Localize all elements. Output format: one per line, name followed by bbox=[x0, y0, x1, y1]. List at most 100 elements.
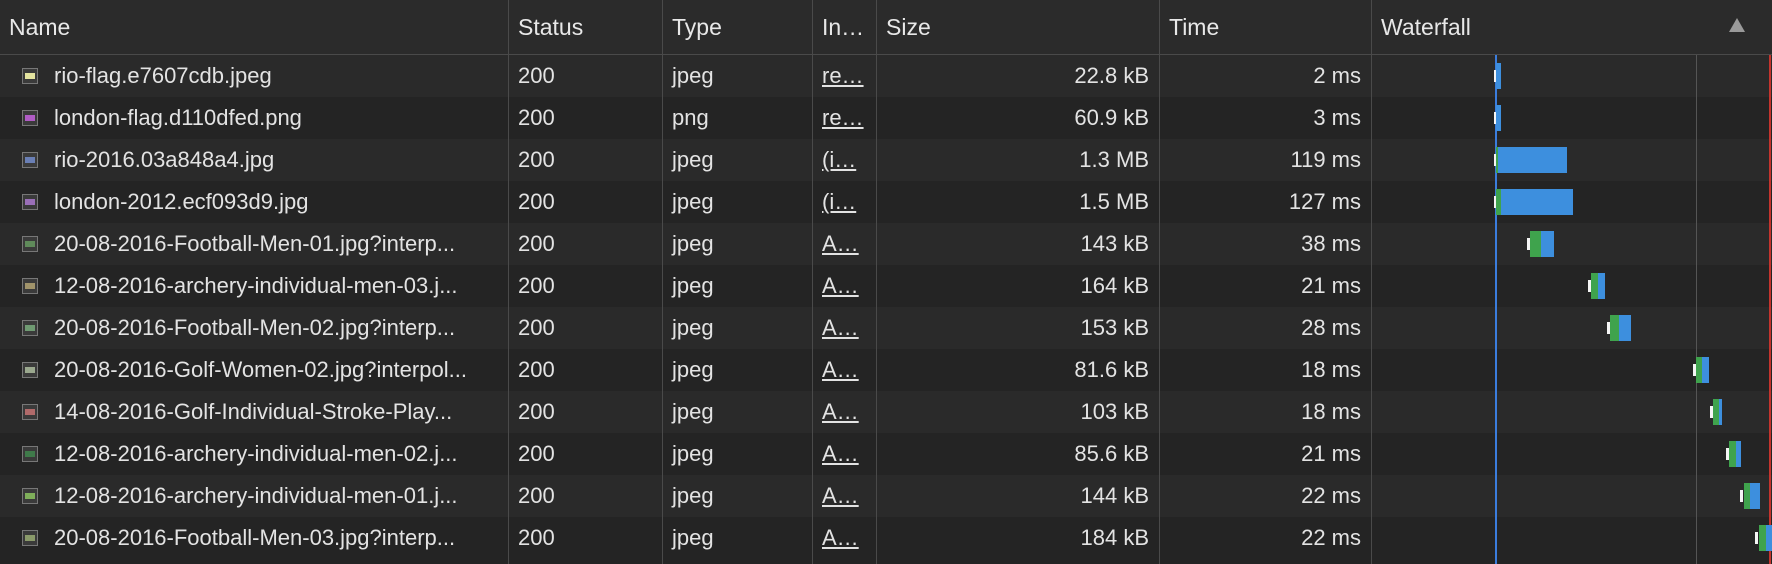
request-name[interactable]: london-flag.d110dfed.png bbox=[0, 97, 508, 139]
waterfall-download-segment[interactable] bbox=[1496, 105, 1502, 131]
column-divider[interactable] bbox=[508, 0, 509, 564]
table-row[interactable]: 20-08-2016-Golf-Women-02.jpg?interpol...… bbox=[0, 349, 1772, 391]
request-time: 3 ms bbox=[1313, 105, 1361, 130]
request-size: 184 kB bbox=[1080, 525, 1150, 550]
request-initiator-link[interactable]: re… bbox=[813, 97, 876, 139]
waterfall-download-segment[interactable] bbox=[1540, 231, 1555, 257]
table-row[interactable]: 14-08-2016-Golf-Individual-Stroke-Play..… bbox=[0, 391, 1772, 433]
request-initiator-link[interactable]: A… bbox=[813, 475, 876, 517]
request-size: 1.5 MB bbox=[1079, 189, 1149, 214]
domcontentloaded-marker bbox=[1495, 55, 1498, 564]
waterfall-download-segment[interactable] bbox=[1702, 357, 1710, 383]
request-status: 200 bbox=[518, 273, 555, 298]
request-status: 200 bbox=[518, 315, 555, 340]
request-initiator-link[interactable]: (i… bbox=[813, 181, 876, 223]
request-initiator-link[interactable]: A… bbox=[813, 223, 876, 265]
request-status: 200 bbox=[518, 441, 555, 466]
column-divider[interactable] bbox=[876, 0, 877, 564]
request-type: jpeg bbox=[672, 441, 714, 466]
request-time: 18 ms bbox=[1301, 357, 1361, 382]
request-name[interactable]: 20-08-2016-Football-Men-01.jpg?interp... bbox=[0, 223, 508, 265]
request-status: 200 bbox=[518, 483, 555, 508]
request-time: 38 ms bbox=[1301, 231, 1361, 256]
column-header-initiator[interactable]: In… bbox=[813, 0, 876, 55]
waterfall-ttfb-segment[interactable] bbox=[1728, 441, 1736, 467]
request-initiator-link[interactable]: (i… bbox=[813, 139, 876, 181]
request-type: jpeg bbox=[672, 399, 714, 424]
waterfall-download-segment[interactable] bbox=[1619, 315, 1631, 341]
request-status: 200 bbox=[518, 105, 555, 130]
column-divider[interactable] bbox=[662, 0, 663, 564]
table-header: Name Status Type In… Size Time Waterfall bbox=[0, 0, 1772, 55]
request-size: 103 kB bbox=[1080, 399, 1150, 424]
request-initiator-link[interactable]: A… bbox=[813, 265, 876, 307]
request-initiator-link[interactable]: A… bbox=[813, 517, 876, 559]
request-type: jpeg bbox=[672, 315, 714, 340]
request-size: 85.6 kB bbox=[1074, 441, 1149, 466]
request-size: 81.6 kB bbox=[1074, 357, 1149, 382]
column-header-type[interactable]: Type bbox=[663, 0, 812, 55]
waterfall-ttfb-segment[interactable] bbox=[1530, 231, 1541, 257]
request-initiator-link[interactable]: A… bbox=[813, 349, 876, 391]
table-row[interactable]: 12-08-2016-archery-individual-men-03.j..… bbox=[0, 265, 1772, 307]
request-type: jpeg bbox=[672, 189, 714, 214]
sort-ascending-icon[interactable] bbox=[1729, 18, 1745, 32]
request-name[interactable]: 14-08-2016-Golf-Individual-Stroke-Play..… bbox=[0, 391, 508, 433]
request-size: 60.9 kB bbox=[1074, 105, 1149, 130]
table-row[interactable]: 20-08-2016-Football-Men-01.jpg?interp...… bbox=[0, 223, 1772, 265]
table-row[interactable]: 12-08-2016-archery-individual-men-02.j..… bbox=[0, 433, 1772, 475]
request-type: jpeg bbox=[672, 525, 714, 550]
request-status: 200 bbox=[518, 525, 555, 550]
waterfall-ttfb-segment[interactable] bbox=[1590, 273, 1598, 299]
request-status: 200 bbox=[518, 189, 555, 214]
waterfall-download-segment[interactable] bbox=[1496, 63, 1502, 89]
waterfall-download-segment[interactable] bbox=[1766, 525, 1772, 551]
waterfall-ttfb-segment[interactable] bbox=[1743, 483, 1751, 509]
request-initiator-link[interactable]: re… bbox=[813, 55, 876, 97]
table-row[interactable]: 20-08-2016-Football-Men-02.jpg?interp...… bbox=[0, 307, 1772, 349]
request-type: png bbox=[672, 105, 709, 130]
table-row[interactable]: 12-08-2016-archery-individual-men-01.j..… bbox=[0, 475, 1772, 517]
request-name[interactable]: 12-08-2016-archery-individual-men-03.j..… bbox=[0, 265, 508, 307]
request-name[interactable]: 12-08-2016-archery-individual-men-01.j..… bbox=[0, 475, 508, 517]
column-header-name[interactable]: Name bbox=[0, 0, 508, 55]
request-name[interactable]: 20-08-2016-Golf-Women-02.jpg?interpol... bbox=[0, 349, 508, 391]
request-initiator-link[interactable]: A… bbox=[813, 307, 876, 349]
request-name[interactable]: rio-2016.03a848a4.jpg bbox=[0, 139, 508, 181]
column-header-waterfall[interactable]: Waterfall bbox=[1372, 0, 1712, 55]
request-time: 127 ms bbox=[1288, 189, 1361, 214]
waterfall-download-segment[interactable] bbox=[1719, 399, 1723, 425]
column-divider[interactable] bbox=[1159, 0, 1160, 564]
waterfall-download-segment[interactable] bbox=[1497, 147, 1567, 173]
load-event-marker bbox=[1768, 55, 1771, 564]
waterfall-ttfb-segment[interactable] bbox=[1758, 525, 1767, 551]
request-initiator-link[interactable]: A… bbox=[813, 433, 876, 475]
request-status: 200 bbox=[518, 357, 555, 382]
request-type: jpeg bbox=[672, 147, 714, 172]
table-row[interactable]: london-flag.d110dfed.png 200 png re… 60.9 kB… bbox=[0, 97, 1772, 139]
request-time: 21 ms bbox=[1301, 441, 1361, 466]
request-name[interactable]: 20-08-2016-Football-Men-02.jpg?interp... bbox=[0, 307, 508, 349]
column-header-time[interactable]: Time bbox=[1160, 0, 1371, 55]
table-row[interactable]: 20-08-2016-Football-Men-03.jpg?interp...… bbox=[0, 517, 1772, 559]
waterfall-download-segment[interactable] bbox=[1597, 273, 1606, 299]
table-row[interactable]: rio-flag.e7607cdb.jpeg 200 jpeg re… 22.8 kB 2… bbox=[0, 55, 1772, 97]
column-divider[interactable] bbox=[812, 0, 813, 564]
request-time: 119 ms bbox=[1290, 147, 1361, 172]
request-status: 200 bbox=[518, 399, 555, 424]
request-name[interactable]: rio-flag.e7607cdb.jpeg bbox=[0, 55, 508, 97]
request-initiator-link[interactable]: A… bbox=[813, 391, 876, 433]
request-name[interactable]: 12-08-2016-archery-individual-men-02.j..… bbox=[0, 433, 508, 475]
request-size: 22.8 kB bbox=[1074, 63, 1149, 88]
waterfall-download-segment[interactable] bbox=[1501, 189, 1573, 215]
column-divider[interactable] bbox=[1371, 0, 1372, 564]
waterfall-download-segment[interactable] bbox=[1735, 441, 1742, 467]
column-header-status[interactable]: Status bbox=[509, 0, 662, 55]
request-name[interactable]: london-2012.ecf093d9.jpg bbox=[0, 181, 508, 223]
request-size: 1.3 MB bbox=[1079, 147, 1149, 172]
waterfall-download-segment[interactable] bbox=[1750, 483, 1760, 509]
column-header-size[interactable]: Size bbox=[877, 0, 1159, 55]
waterfall-ttfb-segment[interactable] bbox=[1610, 315, 1620, 341]
request-size: 164 kB bbox=[1080, 273, 1150, 298]
request-name[interactable]: 20-08-2016-Football-Men-03.jpg?interp... bbox=[0, 517, 508, 559]
